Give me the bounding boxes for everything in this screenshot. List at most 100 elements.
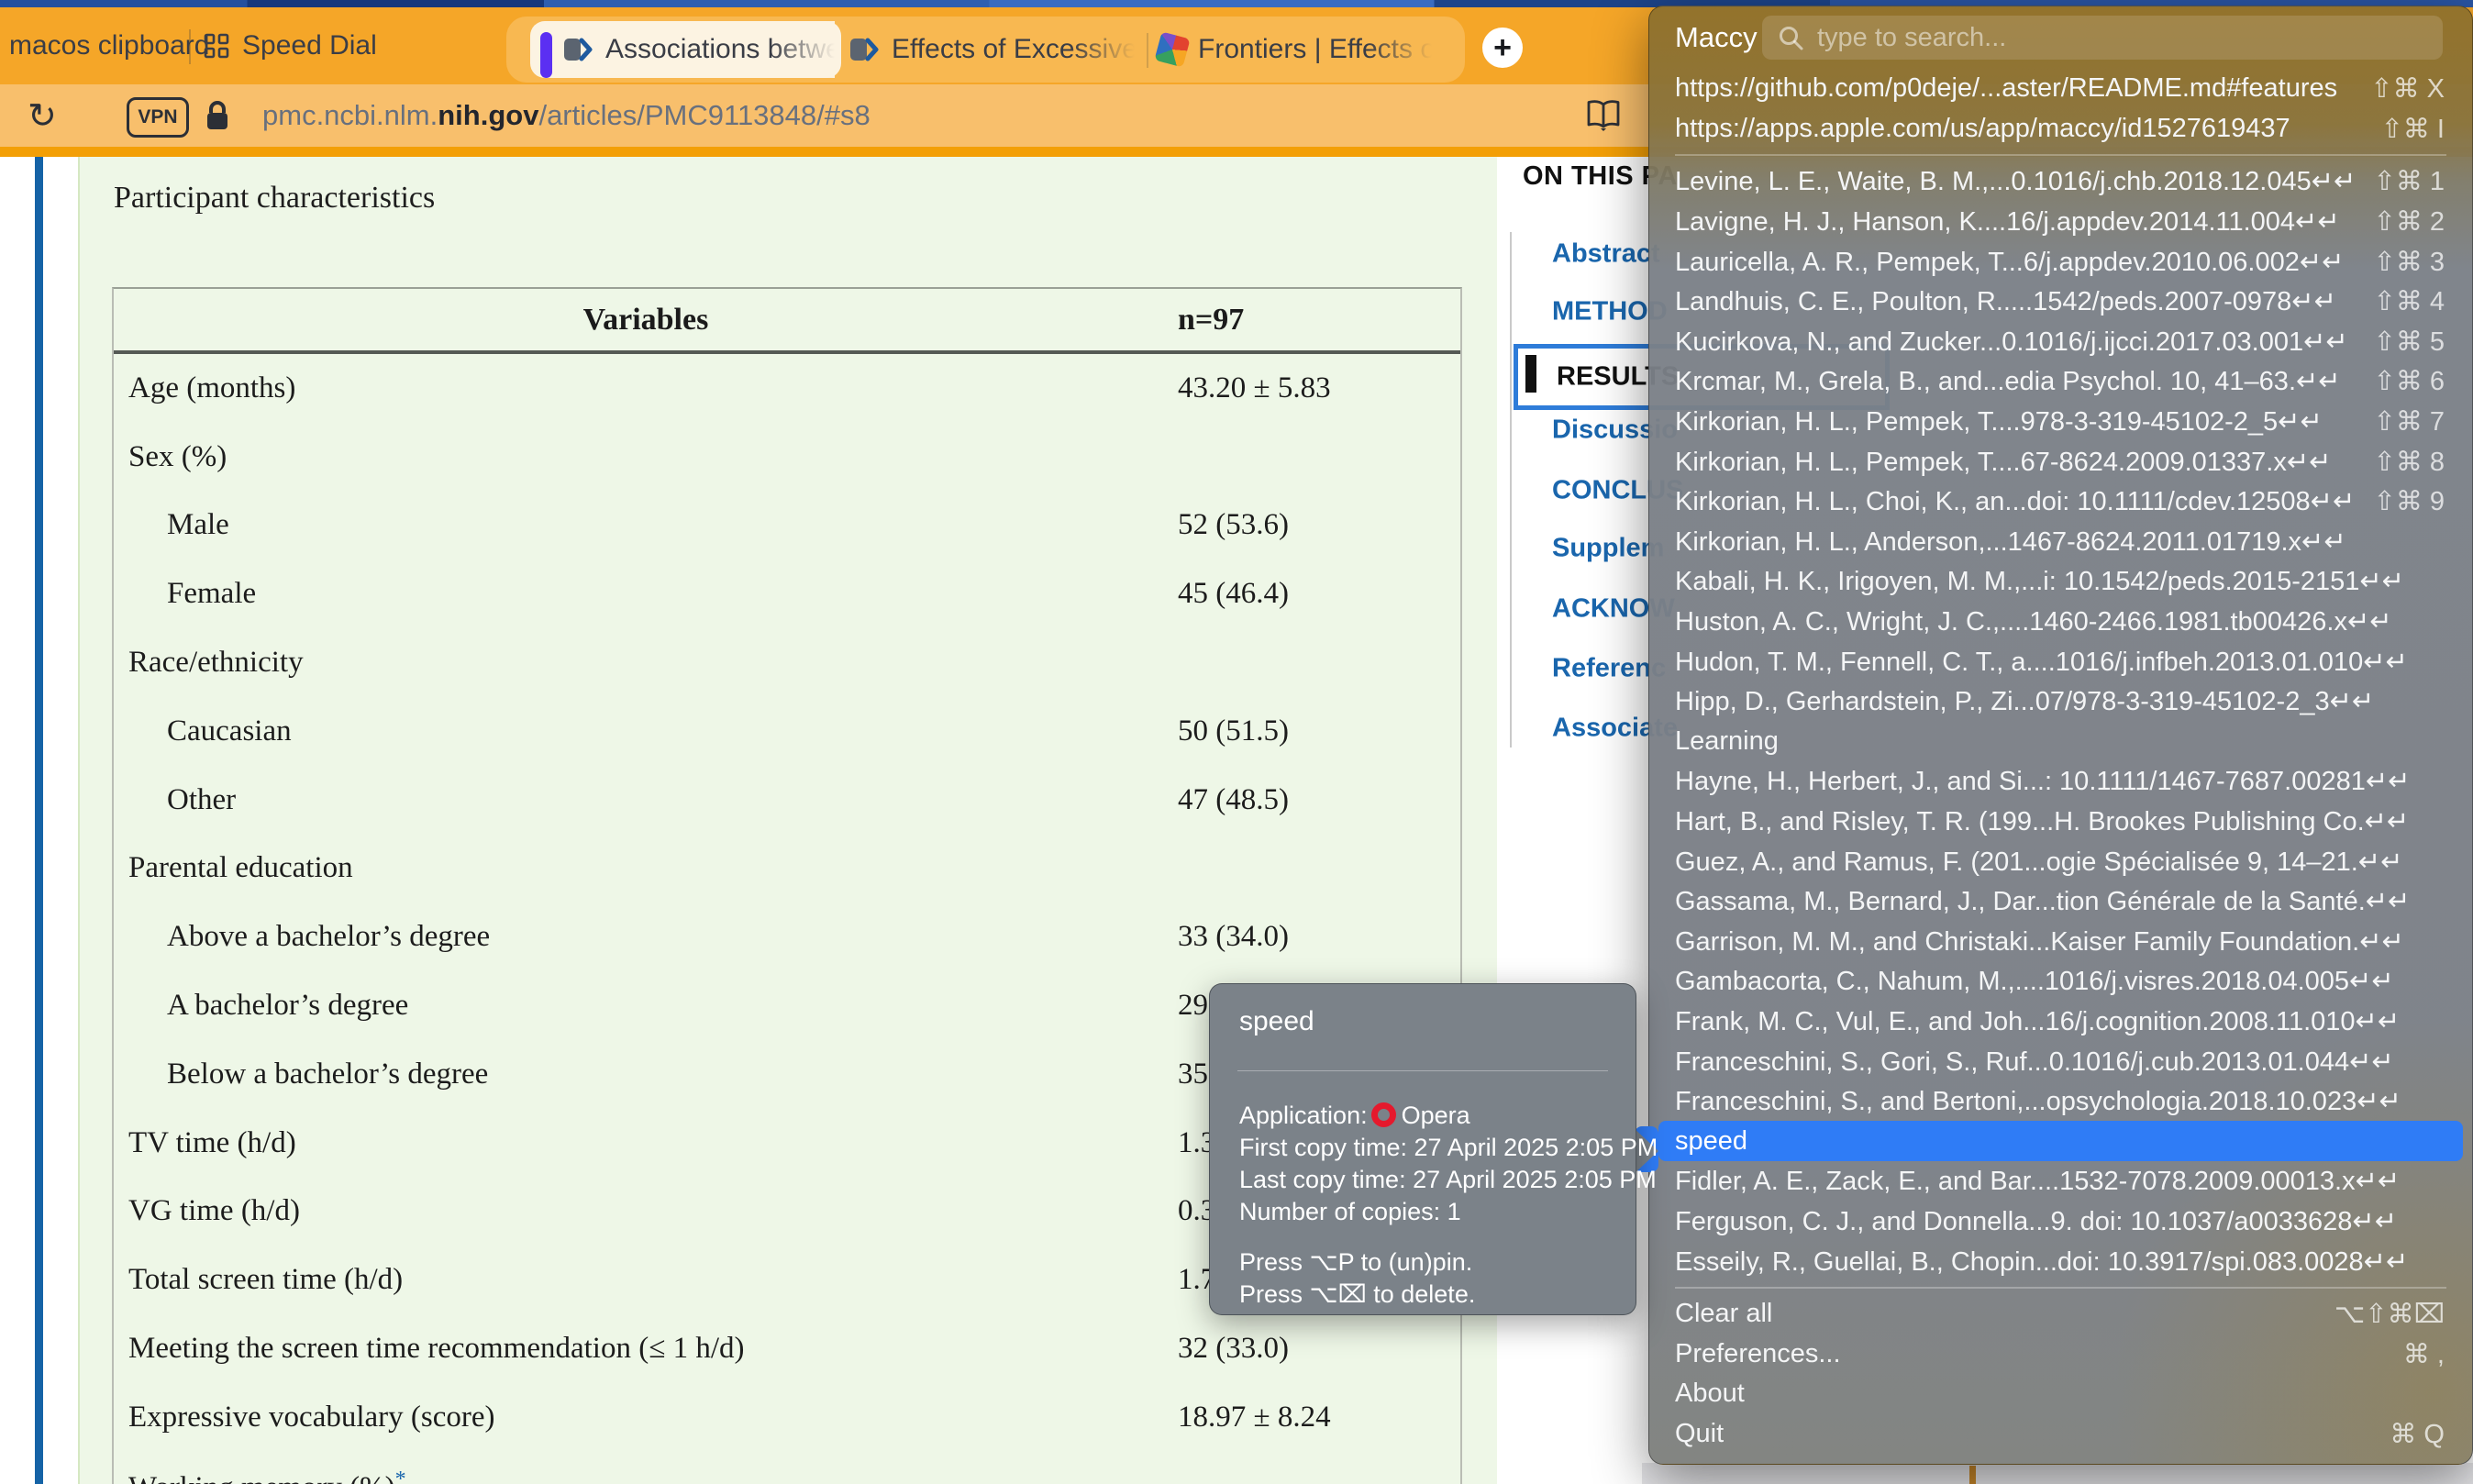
clipboard-item[interactable]: Frank, M. C., Vul, E., and Joh...16/j.co… xyxy=(1649,1002,2472,1042)
clipboard-item[interactable]: Kucirkova, N., and Zucker...0.1016/j.ijc… xyxy=(1649,322,2472,362)
shortcut-hint: ⌥⇧⌘⌧ xyxy=(2334,1298,2445,1330)
clipboard-item[interactable]: Franceschini, S., and Bertoni,...opsycho… xyxy=(1649,1081,2472,1122)
clipboard-item-text: Kirkorian, H. L., Pempek, T....67-8624.2… xyxy=(1675,446,2331,478)
clipboard-item[interactable]: Landhuis, C. E., Poulton, R.....1542/ped… xyxy=(1649,282,2472,322)
table-row: Expressive vocabulary (score)18.97 ± 8.2… xyxy=(114,1383,1460,1452)
clipboard-item-text: Clear all xyxy=(1675,1299,1772,1329)
shortcut-hint: ⇧⌘ 1 xyxy=(2374,165,2445,197)
clipboard-item[interactable]: Lavigne, H. J., Hanson, K....16/j.appdev… xyxy=(1649,202,2472,242)
search-icon xyxy=(1777,24,1804,51)
reader-book-icon[interactable] xyxy=(1585,98,1622,133)
clipboard-item[interactable]: Hudon, T. M., Fennell, C. T., a....1016/… xyxy=(1649,641,2472,681)
lock-icon[interactable] xyxy=(205,100,229,131)
tab-strip: Associations between sc Effects of Exces… xyxy=(506,17,1465,83)
tab-effects-excessive[interactable]: Effects of Excessive Scre xyxy=(842,21,1145,78)
new-tab-button[interactable]: + xyxy=(1482,28,1523,68)
clipboard-item-tooltip: speed Application:Opera First copy time:… xyxy=(1209,983,1636,1315)
clipboard-item-text: Hart, B., and Risley, T. R. (199...H. Br… xyxy=(1675,805,2409,837)
footnote-marker[interactable]: * xyxy=(395,1467,406,1484)
row-value: 47 (48.5) xyxy=(1178,783,1460,817)
menu-item-preferences-[interactable]: Preferences...⌘ , xyxy=(1649,1334,2472,1374)
active-item-bar xyxy=(1525,355,1536,393)
clipboard-item[interactable]: Kirkorian, H. L., Choi, K., an...doi: 10… xyxy=(1649,482,2472,522)
clipboard-item[interactable]: Learning xyxy=(1649,722,2472,762)
nav-item-abstract[interactable]: Abstract xyxy=(1552,239,1660,270)
clipboard-item-text: Hipp, D., Gerhardstein, P., Zi...07/978-… xyxy=(1675,685,2374,717)
row-label: TV time (h/d) xyxy=(114,1126,1178,1160)
maccy-header: Maccy type to search... xyxy=(1649,14,2472,61)
clipboard-item-text: Learning xyxy=(1675,726,1779,757)
clipboard-item-pinned[interactable]: https://github.com/p0deje/...aster/READM… xyxy=(1649,69,2472,109)
shortcut-hint: ⌘ , xyxy=(2403,1338,2445,1370)
list-divider xyxy=(1675,154,2446,156)
clipboard-item[interactable]: Kirkorian, H. L., Anderson,...1467-8624.… xyxy=(1649,522,2472,562)
reload-icon[interactable]: ↻ xyxy=(28,84,57,147)
maccy-clipboard-panel: Maccy type to search... https://github.c… xyxy=(1648,6,2473,1465)
table-caption: Participant characteristics xyxy=(114,181,435,216)
screen: macos clipboard Speed Dial xyxy=(0,0,2473,1484)
clipboard-item-selected[interactable]: speed xyxy=(1658,1121,2463,1161)
speed-dial-button[interactable]: Speed Dial xyxy=(204,7,377,84)
col-n: n=97 xyxy=(1178,303,1460,338)
tab-macos-clipboard[interactable]: macos clipboard xyxy=(9,7,209,84)
tab-title: Associations between sc xyxy=(605,21,835,78)
tab-title: Effects of Excessive Scre xyxy=(892,21,1135,78)
clipboard-item[interactable]: Lauricella, A. R., Pempek, T...6/j.appde… xyxy=(1649,241,2472,282)
tab-divider xyxy=(1147,33,1148,68)
menu-item-quit[interactable]: Quit⌘ Q xyxy=(1649,1414,2472,1455)
row-value: 43.20 ± 5.83 xyxy=(1178,371,1460,405)
page-behind-panel xyxy=(1642,1463,2473,1484)
clipboard-item[interactable]: Hart, B., and Risley, T. R. (199...H. Br… xyxy=(1649,802,2472,842)
clipboard-item-text: Guez, A., and Ramus, F. (201...ogie Spéc… xyxy=(1675,846,2402,878)
clipboard-item[interactable]: Hayne, H., Herbert, J., and Si...: 10.11… xyxy=(1649,761,2472,802)
table-row: Meeting the screen time recommendation (… xyxy=(114,1314,1460,1383)
clipboard-item-text: Kucirkova, N., and Zucker...0.1016/j.ijc… xyxy=(1675,326,2348,358)
clipboard-item[interactable]: Kirkorian, H. L., Pempek, T....67-8624.2… xyxy=(1649,441,2472,482)
clipboard-item-text: Garrison, M. M., and Christaki...Kaiser … xyxy=(1675,925,2404,958)
vpn-badge[interactable]: VPN xyxy=(127,97,189,138)
menu-item-about[interactable]: About xyxy=(1649,1374,2472,1414)
row-label: Other xyxy=(114,783,1178,817)
clipboard-item[interactable]: Kabali, H. K., Irigoyen, M. M.,...i: 10.… xyxy=(1649,561,2472,602)
row-label: Expressive vocabulary (score) xyxy=(114,1401,1178,1434)
row-label: VG time (h/d) xyxy=(114,1194,1178,1228)
clipboard-item-pinned[interactable]: https://apps.apple.com/us/app/maccy/id15… xyxy=(1649,109,2472,150)
shortcut-hint: ⇧⌘ I xyxy=(2381,113,2445,145)
clipboard-item-text: https://github.com/p0deje/...aster/READM… xyxy=(1675,73,2337,104)
clipboard-item-text: Ferguson, C. J., and Donnella...9. doi: … xyxy=(1675,1205,2397,1237)
clipboard-item[interactable]: Gambacorta, C., Nahum, M.,....1016/j.vis… xyxy=(1649,961,2472,1002)
table-row: Sex (%) xyxy=(114,423,1460,492)
clipboard-item[interactable]: Esseily, R., Guellai, B., Chopin...doi: … xyxy=(1649,1241,2472,1281)
url-host: nih.gov xyxy=(438,99,538,132)
clipboard-item-text: Hayne, H., Herbert, J., and Si...: 10.11… xyxy=(1675,765,2410,797)
clipboard-item[interactable]: Hipp, D., Gerhardstein, P., Zi...07/978-… xyxy=(1649,681,2472,722)
clipboard-item[interactable]: Huston, A. C., Wright, J. C.,....1460-24… xyxy=(1649,602,2472,642)
row-label: Below a bachelor’s degree xyxy=(114,1058,1178,1091)
shortcut-hint: ⇧⌘ 5 xyxy=(2374,326,2445,358)
tab-associations[interactable]: Associations between sc xyxy=(530,21,841,78)
url-text[interactable]: pmc.ncbi.nlm.nih.gov/articles/PMC9113848… xyxy=(262,84,871,147)
clipboard-item[interactable]: Levine, L. E., Waite, B. M.,...0.1016/j.… xyxy=(1649,161,2472,202)
row-label: Caucasian xyxy=(114,714,1178,748)
menu-item-clear-all[interactable]: Clear all ⌥⇧⌘⌧ xyxy=(1649,1294,2472,1334)
clipboard-item[interactable]: Ferguson, C. J., and Donnella...9. doi: … xyxy=(1649,1202,2472,1242)
maccy-app-title: Maccy xyxy=(1675,21,1758,54)
maccy-search-field[interactable]: type to search... xyxy=(1762,16,2443,60)
clipboard-item[interactable]: Gassama, M., Bernard, J., Dar...tion Gén… xyxy=(1649,881,2472,922)
tab-frontiers[interactable]: Frontiers | Effects of scre xyxy=(1150,21,1444,78)
clipboard-item[interactable]: Krcmar, M., Grela, B., and...edia Psycho… xyxy=(1649,361,2472,402)
clipboard-item[interactable]: Fidler, A. E., Zack, E., and Bar....1532… xyxy=(1649,1161,2472,1202)
shortcut-hint: ⌘ Q xyxy=(2390,1418,2445,1450)
clipboard-item[interactable]: Guez, A., and Ramus, F. (201...ogie Spéc… xyxy=(1649,841,2472,881)
row-value: 33 (34.0) xyxy=(1178,920,1460,954)
table-row: Female45 (46.4) xyxy=(114,559,1460,628)
row-label: Total screen time (h/d) xyxy=(114,1263,1178,1297)
grid-icon xyxy=(204,33,229,59)
search-placeholder: type to search... xyxy=(1817,23,2006,53)
row-label: Meeting the screen time recommendation (… xyxy=(114,1332,1178,1366)
row-label: Parental education xyxy=(114,851,1178,885)
clipboard-item-text: Franceschini, S., and Bertoni,...opsycho… xyxy=(1675,1085,2401,1117)
clipboard-item[interactable]: Franceschini, S., Gori, S., Ruf...0.1016… xyxy=(1649,1041,2472,1081)
clipboard-item[interactable]: Kirkorian, H. L., Pempek, T....978-3-319… xyxy=(1649,402,2472,442)
clipboard-item[interactable]: Garrison, M. M., and Christaki...Kaiser … xyxy=(1649,921,2472,961)
